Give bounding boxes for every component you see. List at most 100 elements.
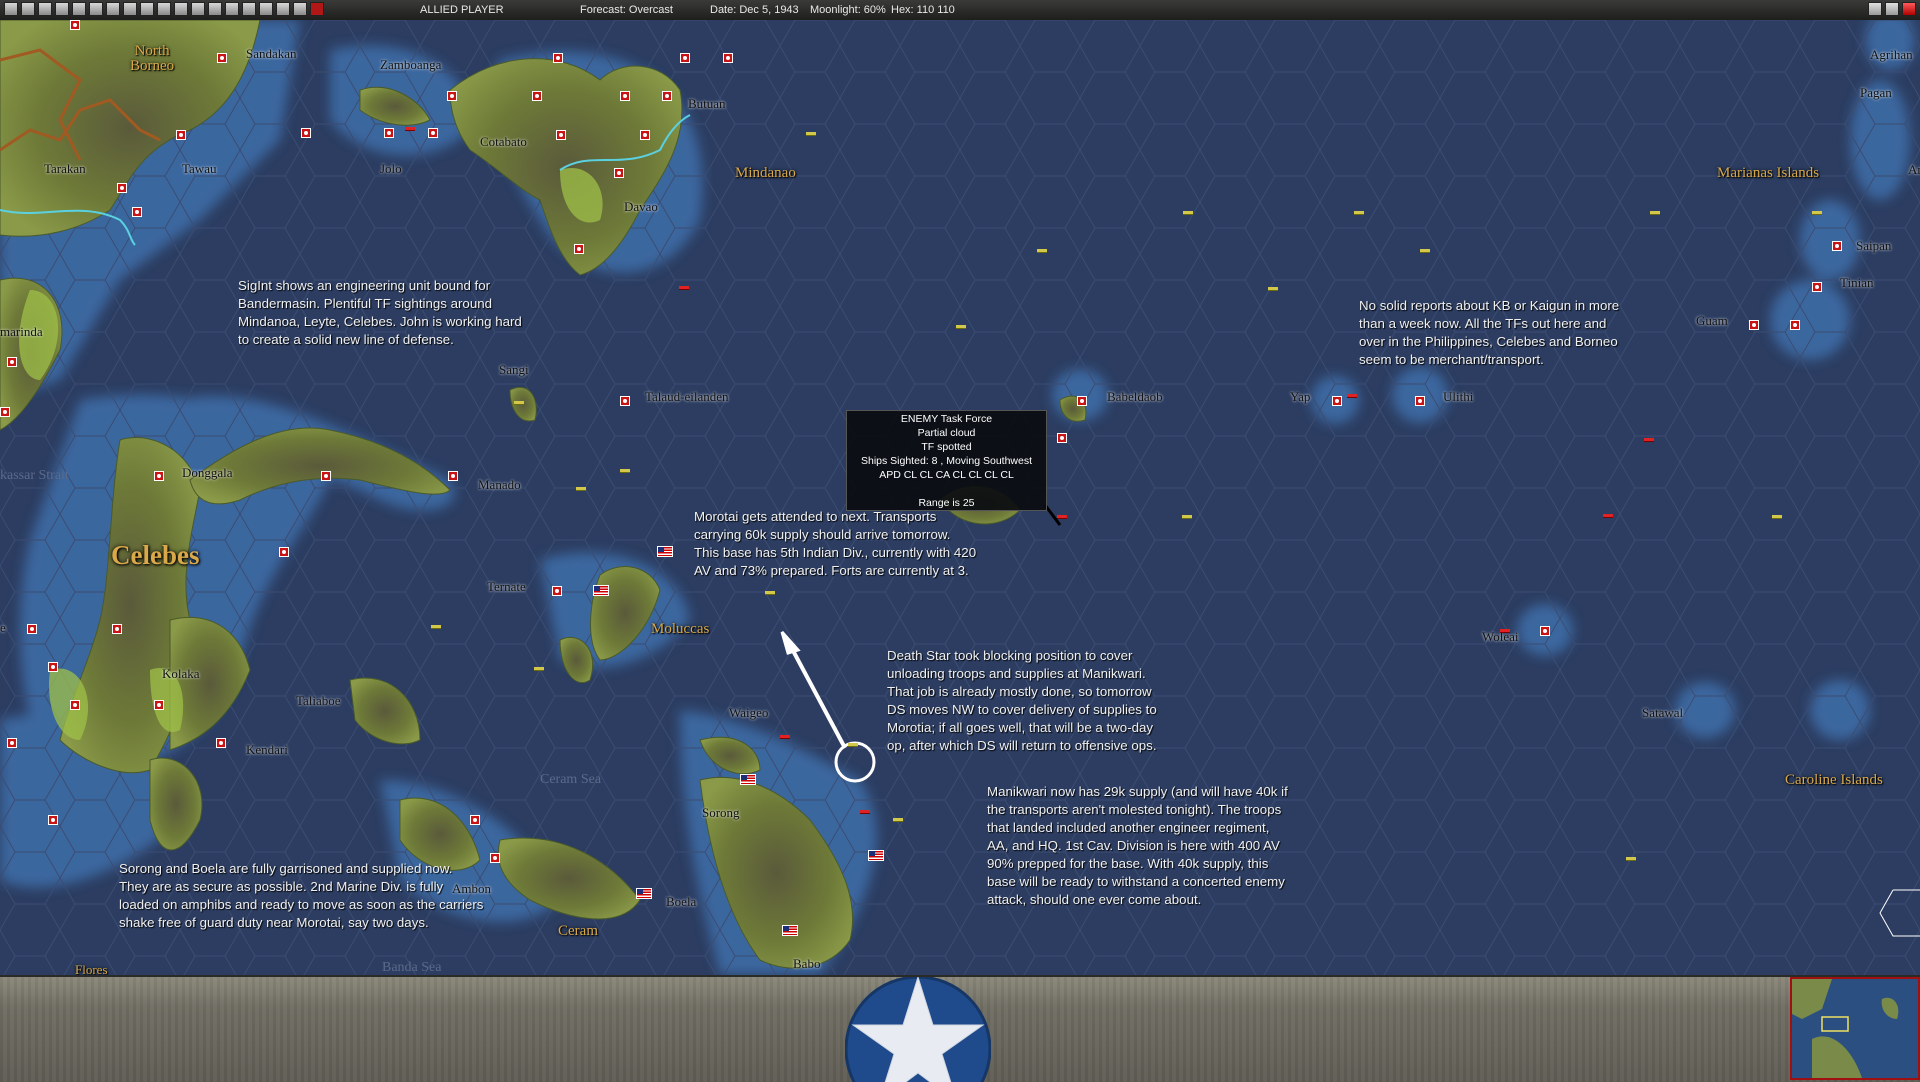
enemy-base-icon[interactable] (301, 128, 311, 138)
enemy-base-icon[interactable] (1790, 320, 1800, 330)
enemy-base-icon[interactable] (0, 407, 10, 417)
task-force-icon[interactable] (893, 818, 903, 822)
enemy-base-icon[interactable] (680, 53, 690, 63)
enemy-base-icon[interactable] (553, 53, 563, 63)
allied-base-flag-icon[interactable] (593, 585, 609, 596)
ship-icon[interactable] (191, 2, 205, 16)
task-force-icon[interactable] (1182, 515, 1192, 519)
enemy-base-icon[interactable] (614, 168, 624, 178)
task-force-icon[interactable] (1626, 857, 1636, 861)
enemy-base-icon[interactable] (1749, 320, 1759, 330)
unit-icon[interactable] (157, 2, 171, 16)
task-force-icon[interactable] (765, 591, 775, 595)
enemy-base-icon[interactable] (552, 586, 562, 596)
task-force-icon[interactable] (514, 401, 524, 405)
enemy-base-icon[interactable] (723, 53, 733, 63)
enemy-base-icon[interactable] (384, 128, 394, 138)
task-force-icon[interactable] (806, 132, 816, 136)
allied-base-flag-icon[interactable] (740, 774, 756, 785)
task-force-icon[interactable] (1183, 211, 1193, 215)
report-icon[interactable] (55, 2, 69, 16)
task-force-icon[interactable] (534, 667, 544, 671)
enemy-base-icon[interactable] (447, 91, 457, 101)
enemy-base-icon[interactable] (132, 207, 142, 217)
task-force-icon[interactable] (1268, 287, 1278, 291)
enemy-base-icon[interactable] (448, 471, 458, 481)
save-icon[interactable] (293, 2, 307, 16)
enemy-base-icon[interactable] (1332, 396, 1342, 406)
enemy-task-force-icon[interactable] (679, 286, 689, 290)
enemy-base-icon[interactable] (556, 130, 566, 140)
enemy-base-icon[interactable] (1812, 282, 1822, 292)
enemy-task-force-icon[interactable] (1347, 394, 1357, 398)
allied-base-flag-icon[interactable] (868, 850, 884, 861)
enemy-base-icon[interactable] (112, 624, 122, 634)
allied-base-flag-icon[interactable] (657, 546, 673, 557)
minimap[interactable] (1790, 977, 1920, 1080)
enemy-base-icon[interactable] (470, 815, 480, 825)
enemy-base-icon[interactable] (154, 471, 164, 481)
enemy-base-icon[interactable] (321, 471, 331, 481)
enemy-base-icon[interactable] (216, 738, 226, 748)
enemy-base-icon[interactable] (532, 91, 542, 101)
game-map[interactable]: North Borneo Sandakan Zamboanga Butuan T… (0, 20, 1920, 975)
task-force-icon[interactable] (1812, 211, 1822, 215)
unit-icon[interactable] (174, 2, 188, 16)
minimize-icon[interactable] (1868, 2, 1882, 16)
enemy-task-force-icon[interactable] (1603, 514, 1613, 518)
task-force-icon[interactable] (431, 625, 441, 629)
task-force-icon[interactable] (1772, 515, 1782, 519)
enemy-base-icon[interactable] (117, 183, 127, 193)
enemy-base-icon[interactable] (27, 624, 37, 634)
globe-icon[interactable] (242, 2, 256, 16)
enemy-base-icon[interactable] (620, 91, 630, 101)
enemy-base-icon[interactable] (70, 20, 80, 30)
report-icon[interactable] (38, 2, 52, 16)
enemy-base-icon[interactable] (48, 662, 58, 672)
enemy-base-icon[interactable] (154, 700, 164, 710)
allied-base-flag-icon[interactable] (782, 925, 798, 936)
report-icon[interactable] (72, 2, 86, 16)
report-icon[interactable] (21, 2, 35, 16)
enemy-base-icon[interactable] (70, 700, 80, 710)
globe-icon[interactable] (225, 2, 239, 16)
enemy-base-icon[interactable] (1077, 396, 1087, 406)
base-icon[interactable] (89, 2, 103, 16)
restore-icon[interactable] (1885, 2, 1899, 16)
enemy-task-force-icon[interactable] (1644, 438, 1654, 442)
enemy-base-icon[interactable] (1057, 433, 1067, 443)
enemy-base-icon[interactable] (490, 853, 500, 863)
task-force-icon[interactable] (1037, 249, 1047, 253)
enemy-task-force-icon[interactable] (1500, 629, 1510, 633)
grid-icon[interactable] (259, 2, 273, 16)
task-force-icon[interactable] (620, 469, 630, 473)
task-force-icon[interactable] (1650, 211, 1660, 215)
task-force-icon[interactable] (576, 487, 586, 491)
enemy-task-force-icon[interactable] (860, 810, 870, 814)
enemy-base-icon[interactable] (662, 91, 672, 101)
enemy-task-force-icon[interactable] (1057, 515, 1067, 519)
enemy-base-icon[interactable] (1540, 626, 1550, 636)
enemy-base-icon[interactable] (279, 547, 289, 557)
flag-icon[interactable] (140, 2, 154, 16)
task-force-icon[interactable] (1354, 211, 1364, 215)
enemy-base-icon[interactable] (1832, 241, 1842, 251)
close-icon[interactable] (1902, 2, 1916, 16)
enemy-task-force-icon[interactable] (780, 735, 790, 739)
enemy-task-force-icon[interactable] (405, 127, 415, 131)
enemy-base-icon[interactable] (1415, 396, 1425, 406)
allied-base-flag-icon[interactable] (636, 888, 652, 899)
enemy-base-icon[interactable] (574, 244, 584, 254)
unit-icon[interactable] (106, 2, 120, 16)
enemy-base-icon[interactable] (620, 396, 630, 406)
enemy-base-icon[interactable] (217, 53, 227, 63)
task-force-icon[interactable] (848, 743, 858, 747)
enemy-base-icon[interactable] (640, 130, 650, 140)
unit-icon[interactable] (123, 2, 137, 16)
end-turn-icon[interactable] (310, 2, 324, 16)
task-force-icon[interactable] (956, 325, 966, 329)
enemy-base-icon[interactable] (48, 815, 58, 825)
ship-icon[interactable] (208, 2, 222, 16)
enemy-base-icon[interactable] (7, 357, 17, 367)
turn-icon[interactable] (4, 2, 18, 16)
